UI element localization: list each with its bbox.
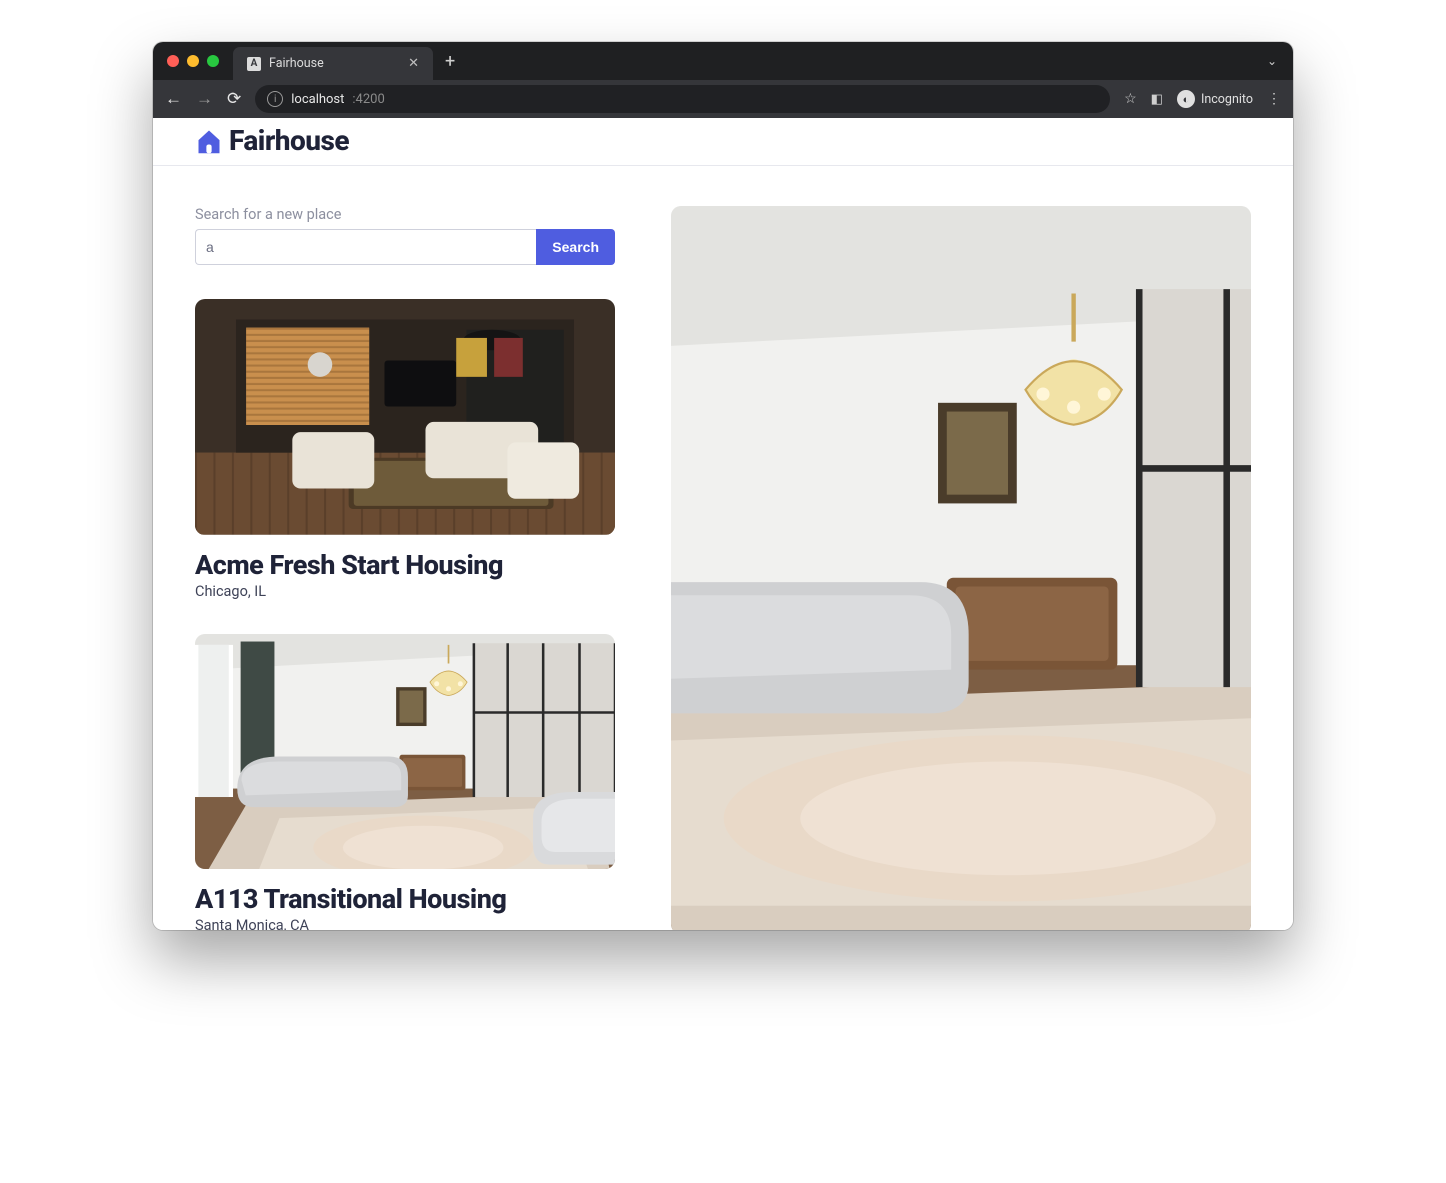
page-viewport[interactable]: Fairhouse Search for a new place Search …: [153, 118, 1293, 930]
listing-title: Acme Fresh Start Housing: [195, 549, 615, 581]
search-form: Search: [195, 229, 615, 265]
url-host: localhost: [291, 92, 344, 107]
search-input[interactable]: [195, 229, 536, 265]
nav-reload-button[interactable]: ⟳: [227, 89, 241, 109]
window-controls: [167, 42, 233, 80]
listing-location: Santa Monica, CA: [195, 917, 615, 930]
incognito-label: Incognito: [1201, 92, 1253, 107]
listing-photo: [195, 634, 615, 870]
address-bar[interactable]: i localhost :4200: [255, 85, 1110, 113]
window-close-button[interactable]: [167, 55, 179, 67]
window-titlebar: A Fairhouse ✕ + ⌄: [153, 42, 1293, 80]
bookmark-star-icon[interactable]: ☆: [1124, 91, 1137, 107]
listing-location: Chicago, IL: [195, 583, 615, 600]
tab-title: Fairhouse: [269, 56, 324, 71]
listing-card[interactable]: A113 Transitional Housing Santa Monica, …: [195, 634, 615, 930]
browser-menu-icon[interactable]: ⋮: [1267, 91, 1281, 107]
listing-card[interactable]: Acme Fresh Start Housing Chicago, IL: [195, 299, 615, 600]
window-zoom-button[interactable]: [207, 55, 219, 67]
left-column: Search for a new place Search Acme Fresh…: [195, 206, 615, 930]
incognito-indicator[interactable]: ◐ Incognito: [1177, 90, 1253, 108]
tab-close-icon[interactable]: ✕: [408, 56, 419, 71]
site-header: Fairhouse: [153, 118, 1293, 166]
extensions-icon[interactable]: ◧: [1151, 92, 1163, 107]
logo-house-icon: [195, 127, 223, 155]
nav-back-button[interactable]: ←: [165, 89, 182, 109]
brand-name: Fairhouse: [229, 124, 349, 157]
new-tab-button[interactable]: +: [445, 51, 455, 72]
site-info-icon[interactable]: i: [267, 91, 283, 107]
search-button[interactable]: Search: [536, 229, 615, 265]
detail-panel: A113 Transitional Housing Santa Monica, …: [671, 206, 1251, 930]
tabs-overflow-icon[interactable]: ⌄: [1251, 54, 1293, 68]
browser-tab[interactable]: A Fairhouse ✕: [233, 47, 433, 80]
listing-photo: [195, 299, 615, 535]
tab-favicon: A: [247, 57, 261, 71]
url-port: :4200: [352, 92, 384, 107]
listing-title: A113 Transitional Housing: [195, 883, 615, 915]
browser-toolbar: ← → ⟳ i localhost :4200 ☆ ◧ ◐ Incognito ⋮: [153, 80, 1293, 118]
search-label: Search for a new place: [195, 206, 615, 223]
nav-forward-button[interactable]: →: [196, 89, 213, 109]
incognito-icon: ◐: [1177, 90, 1195, 108]
detail-photo: [671, 206, 1251, 930]
window-minimize-button[interactable]: [187, 55, 199, 67]
browser-window: A Fairhouse ✕ + ⌄ ← → ⟳ i localhost :4200…: [153, 42, 1293, 930]
